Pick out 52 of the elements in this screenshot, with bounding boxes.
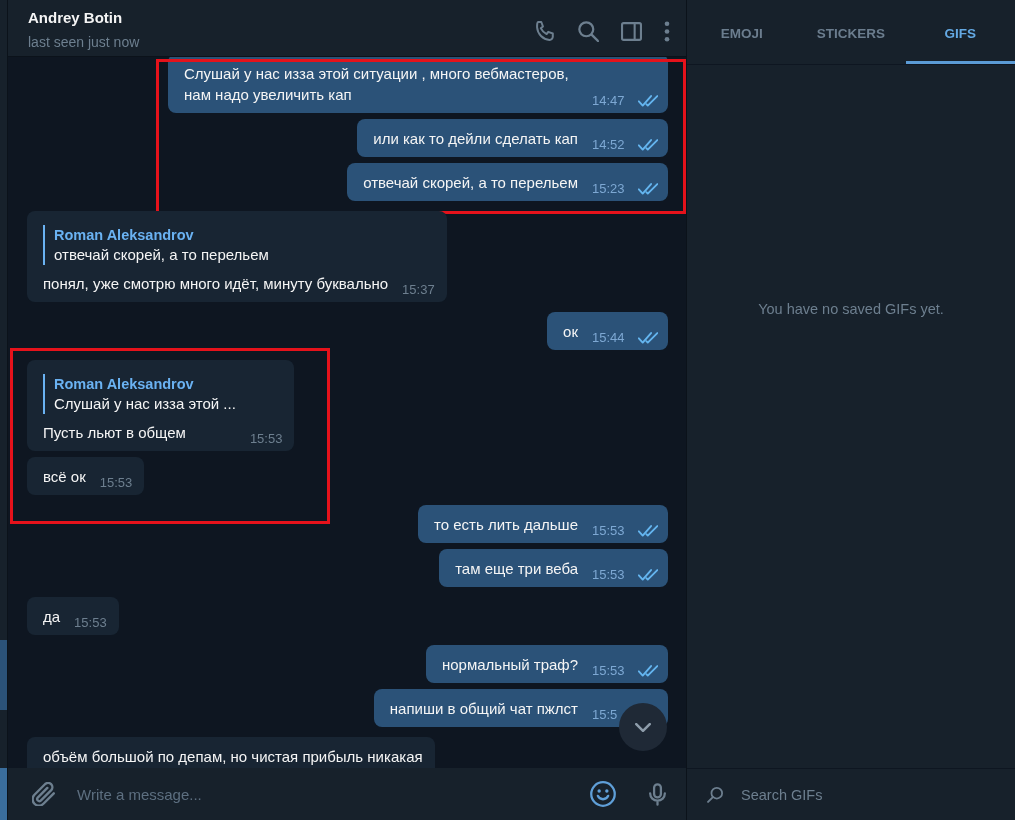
reply-author: Roman Aleksandrov [54, 375, 194, 394]
last-seen-status: last seen just now [28, 33, 140, 52]
message-time: 15:53 [592, 523, 625, 539]
empty-state-text: You have no saved GIFs yet. [758, 300, 944, 319]
side-panel-icon[interactable] [621, 20, 642, 42]
message-text: Пусть льют в общем [43, 423, 186, 443]
message-time: 15:37 [402, 282, 435, 298]
panel-tab[interactable]: STICKERS [796, 0, 906, 64]
contact-name[interactable]: Andrey Botin [28, 8, 123, 28]
message-text: объём большой по депам, но чистая прибыль никакая [43, 747, 423, 767]
panel-tab[interactable]: EMOJI [687, 0, 797, 64]
reply-quote[interactable]: Roman Aleksandrov Слушай у нас изза этой ... [43, 374, 236, 414]
reply-author: Roman Aleksandrov [54, 226, 194, 245]
chevron-down-icon [635, 722, 651, 732]
list-item-edge [0, 768, 7, 820]
panel-tab[interactable]: GIFS [905, 0, 1015, 64]
search-field[interactable]: Search GIFs [741, 783, 999, 806]
more-icon[interactable] [664, 20, 670, 42]
message-time: 15:23 [592, 181, 625, 197]
list-item-edge [0, 640, 7, 710]
message-time: 15:44 [592, 330, 625, 346]
search-icon[interactable] [578, 20, 599, 42]
message-text: ок [563, 322, 578, 342]
message-time: 15:53 [592, 663, 625, 679]
reply-quote[interactable]: Roman Aleksandrov отвечай скорей, а то перельем [43, 225, 269, 265]
message-text: напиши в общий чат пжлст [389, 699, 578, 719]
reply-text: Слушай у нас изза этой ... [54, 394, 236, 414]
message-time: 15:5 [592, 707, 618, 723]
scroll-down-button[interactable] [619, 703, 667, 751]
message-time: 14:47 [592, 93, 625, 109]
message-text: всё ок [43, 467, 86, 487]
search-icon [707, 786, 723, 803]
message-text: нормальный траф? [441, 655, 578, 675]
phone-icon[interactable] [535, 20, 556, 42]
smiley-icon[interactable] [590, 781, 616, 807]
message-text: Слушай у нас изза этой ситуации , много вебмастеров, нам надо увеличить кап [184, 64, 570, 105]
reply-text: отвечай скорей, а то перельем [54, 245, 269, 265]
message-text: или как то дейли сделать кап [373, 129, 578, 149]
message-text: да [43, 607, 61, 627]
message-time: 15:53 [592, 567, 625, 583]
message-time: 14:52 [592, 137, 625, 153]
message-text: там еще три веба [455, 559, 578, 579]
microphone-icon[interactable] [649, 782, 666, 806]
message-text: понял, уже смотрю много идёт, минуту буквально [43, 274, 389, 294]
paperclip-icon[interactable] [32, 782, 56, 806]
message-text: отвечай скорей, а то перельем [363, 173, 578, 193]
message-time: 15:53 [99, 475, 133, 491]
message-input[interactable]: Write a message... [77, 782, 580, 806]
message-time: 15:53 [74, 615, 107, 631]
message-text: то есть лить дальше [434, 515, 578, 535]
message-composer[interactable]: Write a message... [8, 768, 686, 820]
message-time: 15:53 [249, 431, 283, 447]
